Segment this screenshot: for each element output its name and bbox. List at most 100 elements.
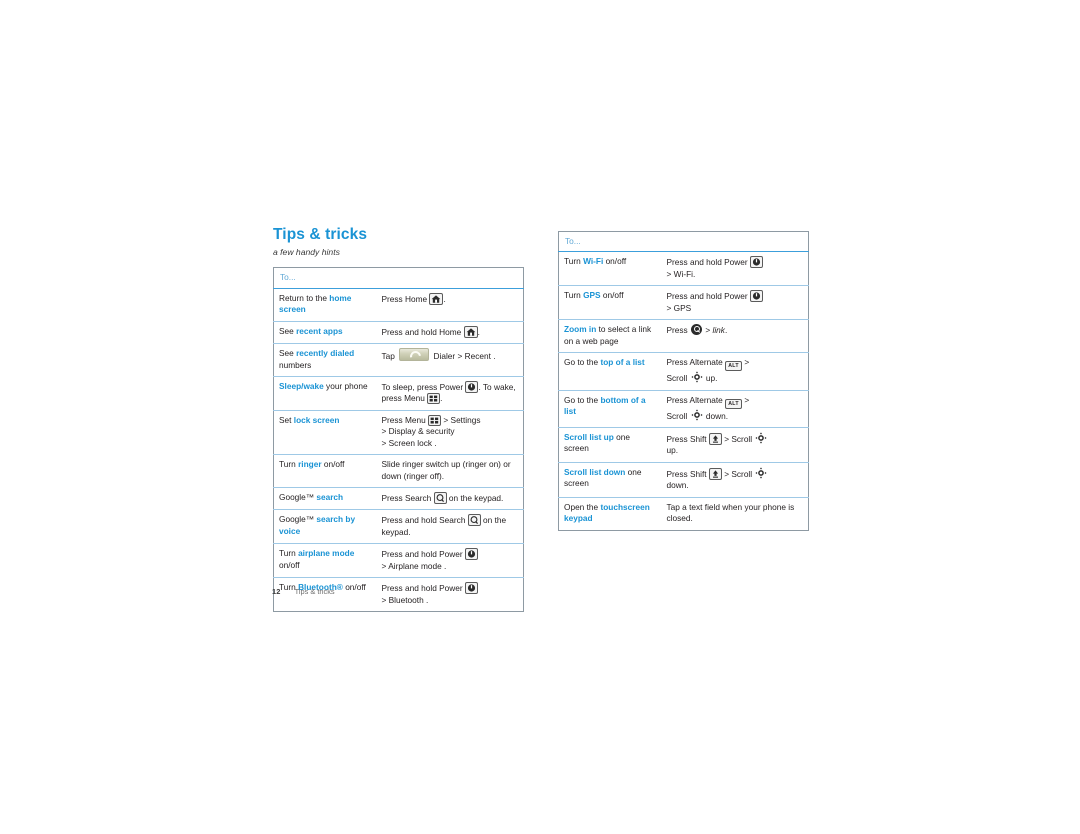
result-text: Press and hold Power xyxy=(381,583,465,594)
action-text: Turn xyxy=(279,459,299,470)
home-key-icon xyxy=(429,292,444,305)
result-text: Press and hold Search xyxy=(381,515,468,526)
shift-key-icon xyxy=(708,432,722,445)
result-text: Press Shift xyxy=(666,433,709,444)
result-text-tail: Dialer > Recent . xyxy=(431,351,496,362)
power-key-icon xyxy=(464,582,478,595)
row-result: Press Home . xyxy=(376,288,524,322)
action-text: Return to the xyxy=(279,292,330,303)
scroll-icon xyxy=(755,432,768,444)
alt-key-icon: ALT xyxy=(725,361,743,372)
row-action: Turn GPS on/off xyxy=(558,285,662,321)
result-text: Press and hold Power xyxy=(381,549,465,560)
result-text: To sleep, press Power xyxy=(381,381,466,392)
right-column: To... Turn Wi-Fi on/off Press and hold P… xyxy=(558,231,809,531)
table-header-label: To... xyxy=(565,236,581,246)
row-action: Go to the top of a list xyxy=(558,352,662,391)
table-row: Google™ search Press Search on the keypa… xyxy=(273,487,524,511)
row-action: Turn ringer on/off xyxy=(273,454,377,489)
table-header-row: To... xyxy=(558,231,809,253)
row-result: Press and hold Power > Wi-Fi. xyxy=(661,251,809,287)
result-text-tail: . xyxy=(443,293,446,304)
row-action: Google™ search xyxy=(273,487,377,511)
action-text: Go to the xyxy=(564,357,601,368)
result-text: Press Shift xyxy=(666,468,709,479)
action-text-tail: on/off xyxy=(600,290,624,301)
table-row: See recently dialed numbers Tap Dialer >… xyxy=(273,343,524,377)
tips-table-left: To... Return to the home screen Press Ho… xyxy=(273,267,524,613)
table-row: Zoom in to select a link on a web page P… xyxy=(558,319,809,354)
row-action: Set lock screen xyxy=(273,410,377,456)
table-row: Open the touchscreen keypad Tap a text f… xyxy=(559,497,809,530)
table-row: Scroll list down one screen Press Shift … xyxy=(558,462,809,498)
row-result: Press and hold Power > Airplane mode . xyxy=(376,543,524,579)
row-action: Google™ search by voice xyxy=(273,509,377,545)
shift-key-icon xyxy=(708,467,722,480)
result-text: Tap a text field when your xyxy=(666,501,761,512)
result-text-2: keypad. xyxy=(474,493,504,504)
page-footer: 12 Tips & tricks xyxy=(272,587,335,596)
action-text: See xyxy=(279,325,297,336)
result-text-2: Scroll xyxy=(666,410,690,421)
action-text: Turn xyxy=(279,548,299,559)
action-highlight: lock screen xyxy=(293,414,340,425)
result-text-2: > Display & security xyxy=(381,426,455,437)
result-text: Press Menu xyxy=(381,414,429,425)
result-text-tail: > Settings xyxy=(441,414,481,425)
result-text-2: > Bluetooth . xyxy=(381,594,429,605)
action-text: See xyxy=(279,348,297,359)
row-result: Slide ringer switch up (ringer on) or do… xyxy=(376,454,524,489)
row-result: Press Search on the keypad. xyxy=(376,487,524,511)
left-column: Tips & tricks a few handy hints To... Re… xyxy=(273,226,524,613)
result-text: Press and hold Power xyxy=(666,291,750,302)
result-text-mid: > Scroll xyxy=(721,433,755,444)
row-action: Return to the home screen xyxy=(273,288,377,322)
tips-table-right: To... Turn Wi-Fi on/off Press and hold P… xyxy=(558,231,809,531)
action-highlight: airplane mode xyxy=(298,548,355,559)
result-text-2: up. xyxy=(666,445,679,456)
action-text: Google™ xyxy=(279,514,317,525)
row-result: Press Alternate ALT > Scroll down. xyxy=(661,390,809,428)
search-key-icon xyxy=(467,514,481,527)
row-result: Press and hold Search on the keypad. xyxy=(376,509,524,545)
row-result: Press Alternate ALT > Scroll up. xyxy=(661,352,809,391)
table-row: Scroll list up one screen Press Shift > … xyxy=(558,427,809,463)
table-row: See recent apps Press and hold Home . xyxy=(273,321,524,345)
page-subtitle: a few handy hints xyxy=(273,247,340,258)
action-highlight: GPS xyxy=(583,290,601,301)
action-text: Open the xyxy=(564,501,601,512)
search-key-icon xyxy=(433,492,447,505)
table-row: Return to the home screen Press Home . xyxy=(273,288,524,322)
action-text: Google™ xyxy=(279,492,317,503)
result-text: Tap xyxy=(381,351,398,362)
result-text: Press and hold Power xyxy=(666,257,750,268)
row-action: See recent apps xyxy=(273,321,377,345)
manual-page: Tips & tricks a few handy hints To... Re… xyxy=(0,0,1080,834)
result-text-2: > Airplane mode . xyxy=(381,560,447,571)
result-text-2: Scroll xyxy=(666,373,690,384)
action-text: Turn xyxy=(564,290,584,301)
row-action: See recently dialed numbers xyxy=(273,343,377,377)
table-row: Turn ringer on/off Slide ringer switch u… xyxy=(273,454,524,489)
table-row: Sleep/wake your phone To sleep, press Po… xyxy=(273,376,524,411)
result-text: Press xyxy=(666,325,691,336)
result-text-tail: > xyxy=(742,357,750,368)
result-text-tail: . To xyxy=(478,381,492,392)
footer-page-number: 12 xyxy=(272,587,281,596)
result-text: Press and hold Home xyxy=(381,326,464,337)
result-text-tail: on the xyxy=(446,493,472,504)
table-row: Turn airplane mode on/off Press and hold… xyxy=(273,543,524,579)
action-highlight: Sleep/wake xyxy=(279,380,324,391)
row-action: Turn airplane mode on/off xyxy=(273,543,377,579)
result-text-italic: link xyxy=(712,325,725,336)
row-result: Tap Dialer > Recent . xyxy=(376,343,524,377)
action-text-tail: numbers xyxy=(279,359,312,370)
result-text-2: down. xyxy=(666,480,689,491)
table-row: Set lock screen Press Menu > Settings > … xyxy=(273,410,524,456)
power-key-icon xyxy=(749,290,763,303)
row-result: To sleep, press Power . To wake, press M… xyxy=(376,376,524,411)
table-header-label: To... xyxy=(280,272,296,283)
row-result: Press Menu > Settings > Display & securi… xyxy=(376,410,524,456)
power-key-icon xyxy=(465,380,479,393)
result-text-mid: > Scroll xyxy=(721,468,755,479)
